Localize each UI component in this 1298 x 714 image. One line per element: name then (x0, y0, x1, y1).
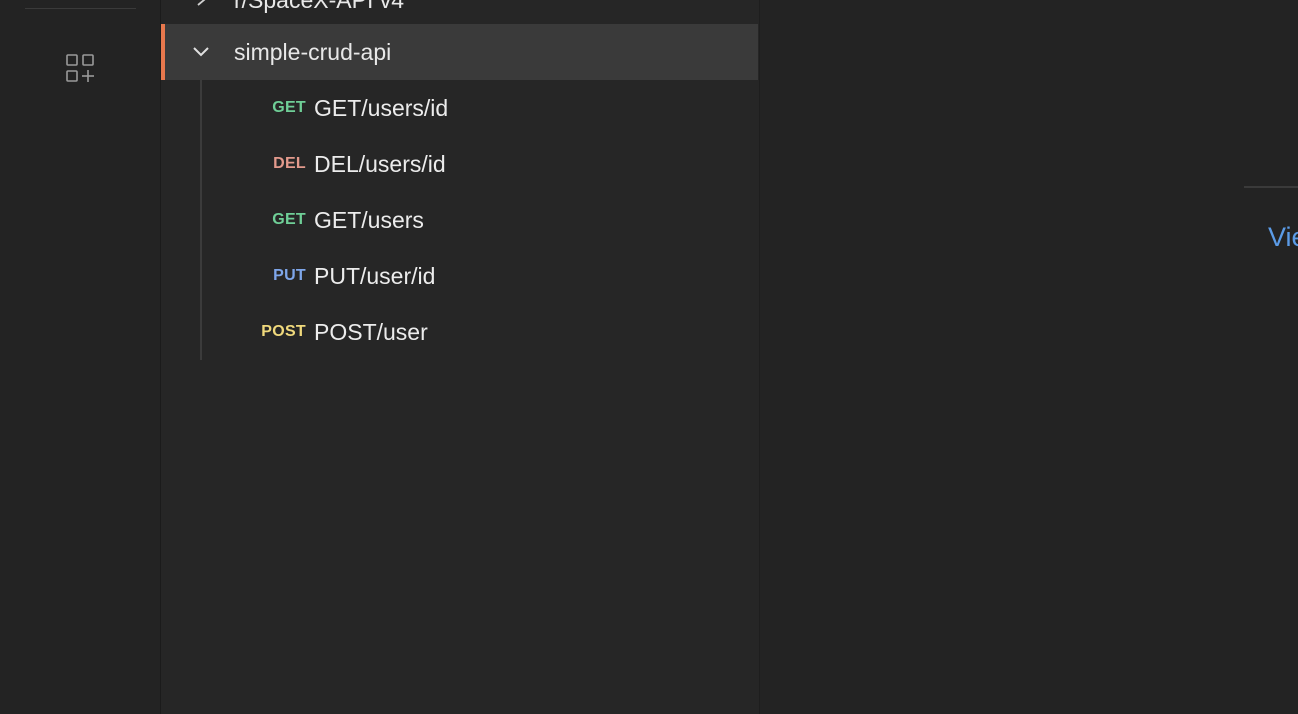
method-badge: GET (272, 99, 306, 116)
request-name: POST/user (314, 318, 428, 345)
folder-row-simple-crud-api[interactable]: simple-crud-api (161, 24, 758, 80)
request-row[interactable]: GET GET/users/id (161, 80, 758, 136)
request-name: PUT/user/id (314, 262, 436, 289)
apps-add-icon (65, 53, 95, 88)
request-row[interactable]: POST POST/user (161, 304, 758, 360)
request-name: GET/users/id (314, 94, 449, 121)
method-badge: DEL (273, 155, 306, 172)
chevron-down-icon[interactable] (189, 40, 213, 64)
request-row[interactable]: PUT PUT/user/id (161, 248, 758, 304)
app-window: r/SpaceX-API v4 simple-crud-api GET GET/… (0, 0, 1298, 714)
collections-sidebar: r/SpaceX-API v4 simple-crud-api GET GET/… (161, 0, 760, 714)
request-row[interactable]: DEL DEL/users/id (161, 136, 758, 192)
request-row[interactable]: GET GET/users (161, 192, 758, 248)
apps-add-button[interactable] (62, 52, 98, 88)
request-name: DEL/users/id (314, 150, 446, 177)
icon-rail (0, 0, 161, 714)
request-name: GET/users (314, 206, 424, 233)
method-badge: GET (272, 211, 306, 228)
method-badge: PUT (273, 267, 306, 284)
view-link[interactable]: Vie (1268, 222, 1298, 253)
chevron-right-icon[interactable] (189, 0, 213, 12)
folder-label: simple-crud-api (234, 38, 392, 65)
main-panel: Vie (761, 0, 1298, 714)
folder-label: r/SpaceX-API v4 (234, 0, 404, 14)
method-badge: POST (261, 323, 306, 340)
main-divider (1244, 186, 1298, 188)
rail-divider (25, 8, 136, 9)
